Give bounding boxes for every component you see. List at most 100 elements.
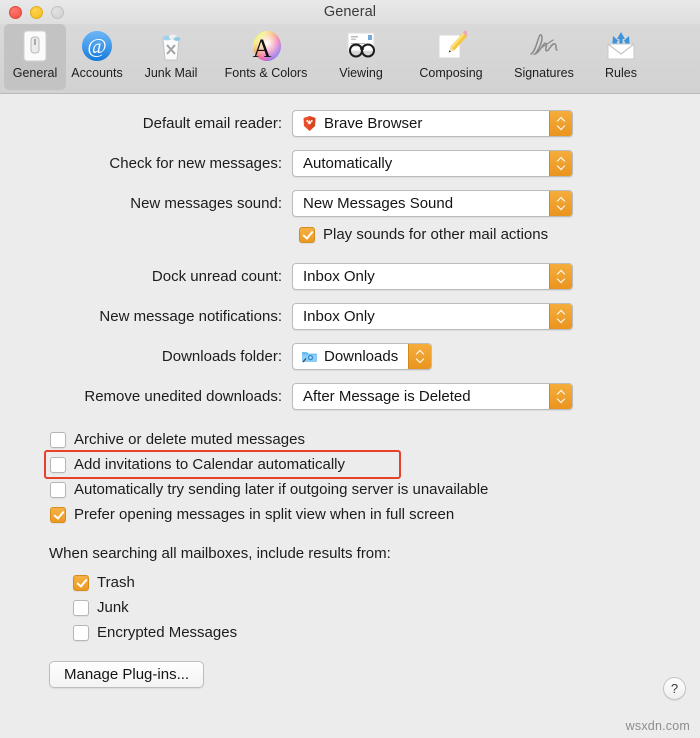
add-invitations-label: Add invitations to Calendar automaticall… <box>74 456 345 473</box>
downloads-folder-dropdown[interactable]: Downloads <box>292 342 433 370</box>
tab-accounts-label: Accounts <box>71 66 123 80</box>
junk-checkbox[interactable] <box>73 599 89 616</box>
default-email-reader-stepper[interactable] <box>549 110 572 136</box>
dock-unread-count-dropdown[interactable]: Inbox Only <box>292 262 573 290</box>
remove-unedited-downloads-label: Remove unedited downloads: <box>84 387 282 405</box>
downloads-folder-stepper[interactable] <box>408 343 432 369</box>
general-switch-icon <box>17 28 53 64</box>
downloads-folder-label: Downloads folder: <box>161 347 282 365</box>
split-view-label: Prefer opening messages in split view wh… <box>74 506 455 523</box>
at-sign-icon: @ <box>79 28 115 64</box>
tab-general-label: General <box>12 66 58 80</box>
tab-viewing[interactable]: Viewing <box>318 24 404 90</box>
trash-label: Trash <box>97 574 135 591</box>
check-new-messages-stepper[interactable] <box>549 150 572 176</box>
default-email-reader-label: Default email reader: <box>142 114 282 132</box>
search-scope-options: Trash Junk Encrypted Messages <box>73 570 700 645</box>
dock-unread-count-value: Inbox Only <box>303 267 375 285</box>
window-titlebar: General <box>0 0 700 24</box>
tab-fonts-colors-label: Fonts & Colors <box>224 66 308 80</box>
dock-unread-count-stepper[interactable] <box>549 263 572 289</box>
help-button[interactable]: ? <box>663 677 686 700</box>
new-message-notifications-label: New message notifications: <box>99 307 282 325</box>
tab-rules-label: Rules <box>605 66 637 80</box>
dock-unread-count-label: Dock unread count: <box>151 267 282 285</box>
chevron-down-icon <box>557 164 566 169</box>
downloads-folder-value: Downloads <box>324 347 399 365</box>
svg-text:@: @ <box>87 34 106 58</box>
add-invitations-checkbox[interactable] <box>50 456 66 473</box>
archive-muted-label: Archive or delete muted messages <box>74 431 305 448</box>
chevron-down-icon <box>557 204 566 209</box>
preferences-toolbar: General @ Accounts Junk Mail A Fonts & C… <box>0 24 700 94</box>
checkbox-row-auto-send-later[interactable]: Automatically try sending later if outgo… <box>50 477 700 502</box>
new-messages-sound-label: New messages sound: <box>130 194 282 212</box>
tab-composing[interactable]: Composing <box>404 24 498 90</box>
archive-muted-checkbox[interactable] <box>50 431 66 448</box>
remove-unedited-downloads-dropdown[interactable]: After Message is Deleted <box>292 382 573 410</box>
tab-accounts[interactable]: @ Accounts <box>66 24 128 90</box>
pencil-paper-icon <box>433 28 469 64</box>
envelope-arrows-icon <box>603 28 639 64</box>
chevron-down-icon <box>416 357 425 362</box>
options-checkbox-list: Archive or delete muted messages Add inv… <box>44 427 700 527</box>
play-sounds-checkbox[interactable] <box>299 226 315 243</box>
checkbox-row-junk[interactable]: Junk <box>73 595 700 620</box>
checkbox-row-trash[interactable]: Trash <box>73 570 700 595</box>
chevron-down-icon <box>557 277 566 282</box>
svg-text:A: A <box>252 34 271 63</box>
play-sounds-checkbox-row[interactable]: Play sounds for other mail actions <box>299 222 700 247</box>
encrypted-messages-checkbox[interactable] <box>73 624 89 641</box>
remove-unedited-downloads-stepper[interactable] <box>549 383 572 409</box>
chevron-down-icon <box>557 317 566 322</box>
signature-icon <box>526 28 562 64</box>
row-check-new-messages: Check for new messages: Automatically <box>0 148 700 178</box>
row-dock-unread-count: Dock unread count: Inbox Only <box>0 261 700 291</box>
row-remove-unedited-downloads: Remove unedited downloads: After Message… <box>0 381 700 411</box>
tab-fonts-colors[interactable]: A Fonts & Colors <box>214 24 318 90</box>
tab-signatures-label: Signatures <box>514 66 574 80</box>
check-new-messages-label: Check for new messages: <box>109 154 282 172</box>
remove-unedited-downloads-value: After Message is Deleted <box>303 387 471 405</box>
row-default-email-reader: Default email reader: Brave Browser <box>0 108 700 138</box>
default-email-reader-dropdown[interactable]: Brave Browser <box>292 109 573 137</box>
checkbox-row-add-invitations[interactable]: Add invitations to Calendar automaticall… <box>50 452 700 477</box>
check-new-messages-dropdown[interactable]: Automatically <box>292 149 573 177</box>
tab-composing-label: Composing <box>419 66 483 80</box>
play-sounds-label: Play sounds for other mail actions <box>323 226 549 243</box>
trash-bin-icon <box>153 28 189 64</box>
tab-rules[interactable]: Rules <box>590 24 652 90</box>
color-wheel-a-icon: A <box>248 28 284 64</box>
checkbox-row-split-view[interactable]: Prefer opening messages in split view wh… <box>50 502 700 527</box>
window-title: General <box>323 4 377 20</box>
new-message-notifications-value: Inbox Only <box>303 307 375 325</box>
checkbox-row-encrypted-messages[interactable]: Encrypted Messages <box>73 620 700 645</box>
watermark: wsxdn.com <box>625 719 690 733</box>
tab-general[interactable]: General <box>4 24 66 90</box>
check-new-messages-value: Automatically <box>303 154 393 172</box>
tab-junk-mail[interactable]: Junk Mail <box>128 24 214 90</box>
checkbox-row-archive-muted[interactable]: Archive or delete muted messages <box>50 427 700 452</box>
junk-label: Junk <box>97 599 129 616</box>
new-messages-sound-value: New Messages Sound <box>303 194 454 212</box>
row-downloads-folder: Downloads folder: Downloads <box>0 341 700 371</box>
row-new-message-notifications: New message notifications: Inbox Only <box>0 301 700 331</box>
tab-junk-mail-label: Junk Mail <box>144 66 198 80</box>
chevron-down-icon <box>557 397 566 402</box>
new-messages-sound-stepper[interactable] <box>549 190 572 216</box>
split-view-checkbox[interactable] <box>50 506 66 523</box>
auto-send-later-label: Automatically try sending later if outgo… <box>74 481 489 498</box>
tab-viewing-label: Viewing <box>339 66 383 80</box>
trash-checkbox[interactable] <box>73 574 89 591</box>
row-new-messages-sound: New messages sound: New Messages Sound <box>0 188 700 218</box>
tab-signatures[interactable]: Signatures <box>498 24 590 90</box>
search-scope-section: When searching all mailboxes, include re… <box>0 545 700 645</box>
new-message-notifications-stepper[interactable] <box>549 303 572 329</box>
eyeglasses-icon <box>343 28 379 64</box>
auto-send-later-checkbox[interactable] <box>50 481 66 498</box>
preferences-content: Default email reader: Brave Browser Chec… <box>0 94 700 688</box>
manage-plugins-button[interactable]: Manage Plug-ins... <box>49 661 205 688</box>
new-messages-sound-dropdown[interactable]: New Messages Sound <box>292 189 573 217</box>
encrypted-messages-label: Encrypted Messages <box>97 624 238 641</box>
new-message-notifications-dropdown[interactable]: Inbox Only <box>292 302 573 330</box>
